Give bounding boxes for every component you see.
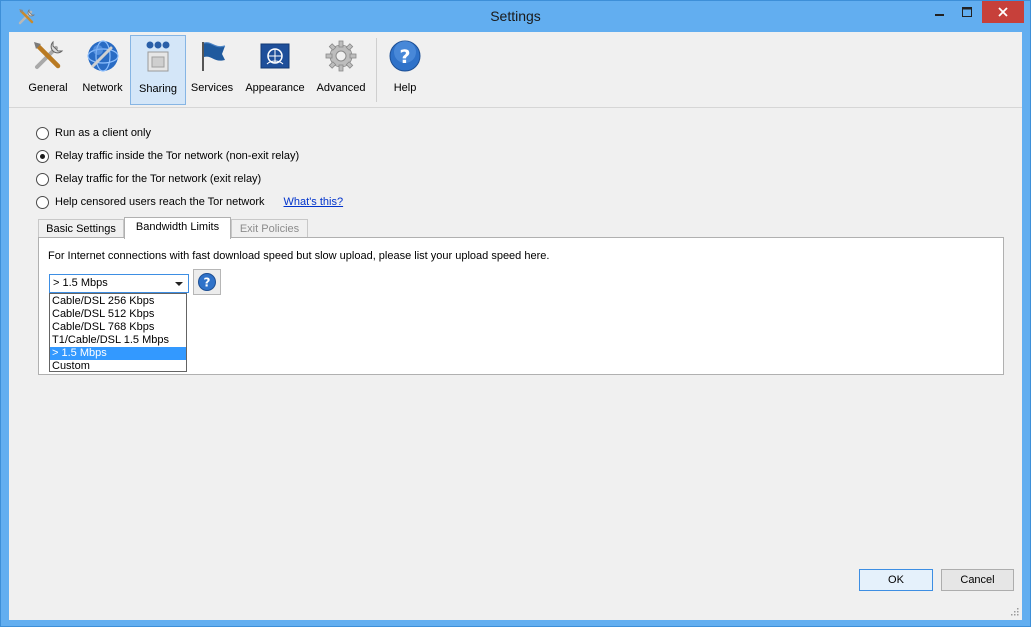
tool-label: Sharing bbox=[139, 83, 177, 95]
maximize-button[interactable] bbox=[953, 1, 980, 23]
tool-sharing[interactable]: Sharing bbox=[130, 35, 186, 105]
tab-bandwidth-limits[interactable]: Bandwidth Limits bbox=[124, 217, 231, 239]
tool-label: Advanced bbox=[316, 82, 366, 94]
flag-icon bbox=[202, 42, 226, 71]
maximize-icon bbox=[961, 7, 972, 17]
svg-text:?: ? bbox=[204, 276, 211, 290]
dropdown-option[interactable]: Cable/DSL 768 Kbps bbox=[50, 321, 186, 334]
dropdown-option[interactable]: T1/Cable/DSL 1.5 Mbps bbox=[50, 334, 186, 347]
cancel-button[interactable]: Cancel bbox=[941, 569, 1014, 591]
minimize-button[interactable] bbox=[927, 1, 953, 23]
radio-client-only[interactable]: Run as a client only bbox=[36, 125, 151, 141]
resize-grip-icon[interactable] bbox=[1009, 606, 1019, 616]
appearance-icon bbox=[260, 43, 290, 69]
tool-advanced[interactable]: Advanced bbox=[313, 35, 369, 105]
settings-window: Settings General Network Sharing Service… bbox=[0, 0, 1031, 627]
help-icon: ? bbox=[198, 273, 216, 291]
upload-speed-dropdown: Cable/DSL 256 Kbps Cable/DSL 512 Kbps Ca… bbox=[49, 293, 187, 372]
tool-label: Network bbox=[82, 82, 123, 94]
close-icon bbox=[998, 7, 1008, 17]
globe-icon bbox=[86, 40, 119, 72]
tool-network[interactable]: Network bbox=[79, 35, 126, 105]
radio-label: Run as a client only bbox=[55, 127, 151, 139]
radio-bridge[interactable]: Help censored users reach the Tor networ… bbox=[36, 194, 343, 210]
ok-button[interactable]: OK bbox=[859, 569, 933, 591]
radio-label: Relay traffic for the Tor network (exit … bbox=[55, 173, 262, 185]
svg-text:?: ? bbox=[399, 46, 410, 68]
window-title: Settings bbox=[490, 8, 541, 24]
tool-general[interactable]: General bbox=[25, 35, 71, 105]
tool-label: General bbox=[28, 82, 68, 94]
radio-non-exit-relay[interactable]: Relay traffic inside the Tor network (no… bbox=[36, 148, 299, 164]
tool-label: Appearance bbox=[245, 82, 305, 94]
close-button[interactable] bbox=[982, 1, 1024, 23]
sharing-icon bbox=[146, 41, 170, 72]
upload-speed-select[interactable]: > 1.5 Mbps bbox=[49, 274, 189, 293]
chevron-down-icon[interactable] bbox=[175, 282, 183, 286]
tab-exit-policies: Exit Policies bbox=[231, 219, 308, 239]
dropdown-option-selected[interactable]: > 1.5 Mbps bbox=[50, 347, 186, 360]
dropdown-option[interactable]: Cable/DSL 512 Kbps bbox=[50, 308, 186, 321]
settings-toolbar: General Network Sharing Services Appeara… bbox=[9, 32, 1022, 108]
radio-button[interactable] bbox=[36, 195, 49, 209]
tools-icon bbox=[34, 40, 64, 69]
whats-this-link[interactable]: What's this? bbox=[284, 196, 344, 208]
gear-icon bbox=[325, 40, 357, 72]
minimize-icon bbox=[935, 14, 944, 16]
tool-services[interactable]: Services bbox=[189, 35, 235, 105]
tab-basic-settings[interactable]: Basic Settings bbox=[38, 219, 124, 239]
radio-button[interactable] bbox=[36, 126, 49, 140]
bandwidth-description: For Internet connections with fast downl… bbox=[48, 250, 550, 262]
tool-label: Help bbox=[393, 82, 417, 94]
help-icon: ? bbox=[389, 40, 421, 72]
tool-label: Services bbox=[190, 82, 234, 94]
radio-label: Relay traffic inside the Tor network (no… bbox=[55, 150, 300, 162]
title-bar[interactable]: Settings bbox=[1, 1, 1030, 32]
radio-label: Help censored users reach the Tor networ… bbox=[55, 196, 265, 208]
radio-button[interactable] bbox=[36, 172, 49, 186]
bandwidth-help-button[interactable]: ? bbox=[193, 269, 221, 295]
radio-button[interactable] bbox=[36, 149, 49, 163]
bandwidth-panel: For Internet connections with fast downl… bbox=[38, 237, 1004, 375]
dropdown-option[interactable]: Custom bbox=[50, 360, 186, 373]
upload-speed-value: > 1.5 Mbps bbox=[53, 277, 108, 289]
settings-content: General Network Sharing Services Appeara… bbox=[9, 32, 1022, 620]
toolbar-separator bbox=[376, 38, 377, 102]
radio-exit-relay[interactable]: Relay traffic for the Tor network (exit … bbox=[36, 171, 261, 187]
tool-help[interactable]: ? Help bbox=[385, 35, 425, 105]
dropdown-option[interactable]: Cable/DSL 256 Kbps bbox=[50, 295, 186, 308]
tool-appearance[interactable]: Appearance bbox=[243, 35, 307, 105]
